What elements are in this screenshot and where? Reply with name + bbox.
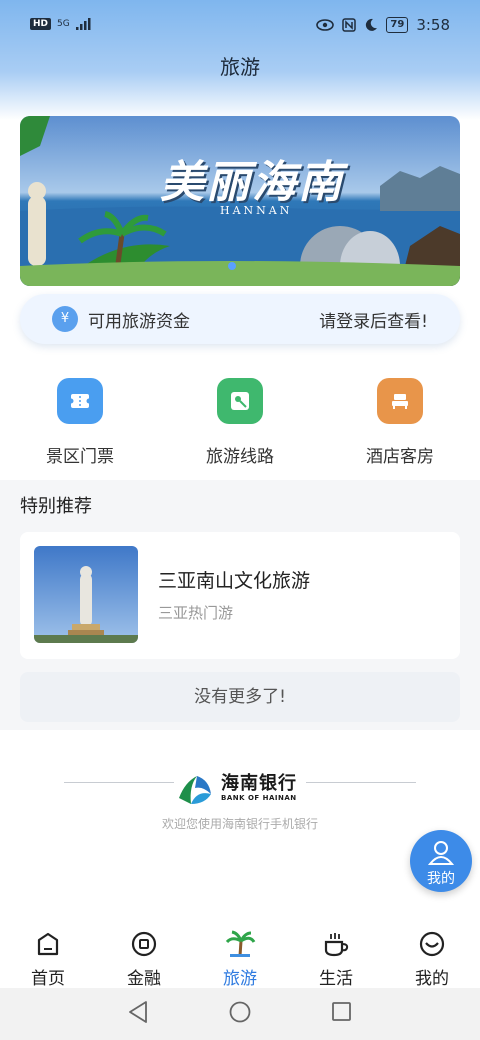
signal-icon (75, 18, 91, 30)
quick-link-travel-routes[interactable]: 旅游线路 (180, 378, 300, 467)
back-nav-icon[interactable] (129, 1001, 147, 1023)
home-icon (37, 932, 59, 956)
home-nav-icon[interactable] (229, 1001, 251, 1023)
bank-logo: 海南银行 BANK OF HAINAN (175, 768, 297, 808)
section-title-recommend: 特别推荐 (20, 496, 92, 517)
route-icon (217, 378, 263, 424)
system-navigation-bar (0, 988, 480, 1040)
tab-life[interactable]: 生活 (288, 930, 384, 989)
tab-finance[interactable]: 金融 (96, 930, 192, 989)
tab-label: 旅游 (223, 969, 257, 989)
bottom-tab-bar: 首页 金融 旅游 生活 我的 (0, 920, 480, 989)
tab-label: 金融 (127, 969, 161, 989)
quick-link-label: 酒店客房 (366, 447, 434, 467)
tab-label: 首页 (31, 969, 65, 989)
quick-link-scenic-tickets[interactable]: 景区门票 (20, 378, 140, 467)
fund-label: 可用旅游资金 (88, 312, 190, 332)
hotel-bed-icon (377, 378, 423, 424)
nanshan-guanyin-image (34, 546, 138, 643)
coffee-cup-icon (324, 933, 349, 957)
bank-logo-icon (177, 770, 213, 806)
banner-page-indicator (228, 262, 236, 270)
nfc-icon (342, 18, 357, 32)
clock: 3:58 (416, 16, 450, 34)
floating-my-label: 我的 (427, 871, 455, 887)
ticket-icon (57, 378, 103, 424)
travel-fund-bar[interactable]: ¥ 可用旅游资金 请登录后查看! (20, 294, 460, 344)
eye-icon (316, 19, 335, 31)
battery-indicator: 79 (386, 17, 409, 33)
tab-label: 我的 (415, 969, 449, 989)
header: HD 5G 79 3:58 旅游 (0, 0, 480, 120)
recommend-subtitle: 三亚热门游 (158, 604, 234, 622)
hainan-banner[interactable]: 美丽海南 HANNAN (20, 116, 460, 286)
bank-name-en: BANK OF HAINAN (221, 794, 297, 802)
divider-right (306, 782, 416, 783)
quick-link-label: 景区门票 (46, 447, 114, 467)
moon-icon (366, 18, 378, 31)
recommend-title: 三亚南山文化旅游 (158, 570, 311, 592)
footer: 海南银行 BANK OF HAINAN 欢迎您使用海南银行手机银行 (0, 730, 480, 920)
quick-link-label: 旅游线路 (206, 447, 274, 467)
page-title: 旅游 (220, 55, 260, 79)
network-type: 5G (57, 19, 70, 29)
tab-travel[interactable]: 旅游 (192, 930, 288, 989)
bank-name: 海南银行 (221, 773, 297, 794)
divider-left (64, 782, 174, 783)
smiley-icon (419, 931, 445, 957)
finance-icon (131, 931, 157, 957)
banner-subtitle: HANNAN (220, 204, 293, 217)
welcome-text: 欢迎您使用海南银行手机银行 (161, 817, 318, 831)
floating-my-button[interactable]: 我的 (410, 830, 472, 892)
recommend-card[interactable]: 三亚南山文化旅游 三亚热门游 (20, 532, 460, 659)
yen-icon: ¥ (52, 306, 78, 332)
recents-nav-icon[interactable] (332, 1002, 351, 1021)
login-to-view-link[interactable]: 请登录后查看! (319, 307, 428, 332)
palm-tree-icon (225, 930, 256, 957)
hd-badge: HD (30, 18, 52, 30)
no-more-indicator: 没有更多了! (20, 672, 460, 722)
tab-label: 生活 (319, 969, 353, 989)
quick-link-hotel-rooms[interactable]: 酒店客房 (340, 378, 460, 467)
tab-mine[interactable]: 我的 (384, 930, 480, 989)
status-bar: HD 5G 79 3:58 (0, 0, 480, 52)
tab-home[interactable]: 首页 (0, 930, 96, 989)
user-icon (427, 841, 455, 865)
banner-title: 美丽海南 (160, 157, 344, 208)
